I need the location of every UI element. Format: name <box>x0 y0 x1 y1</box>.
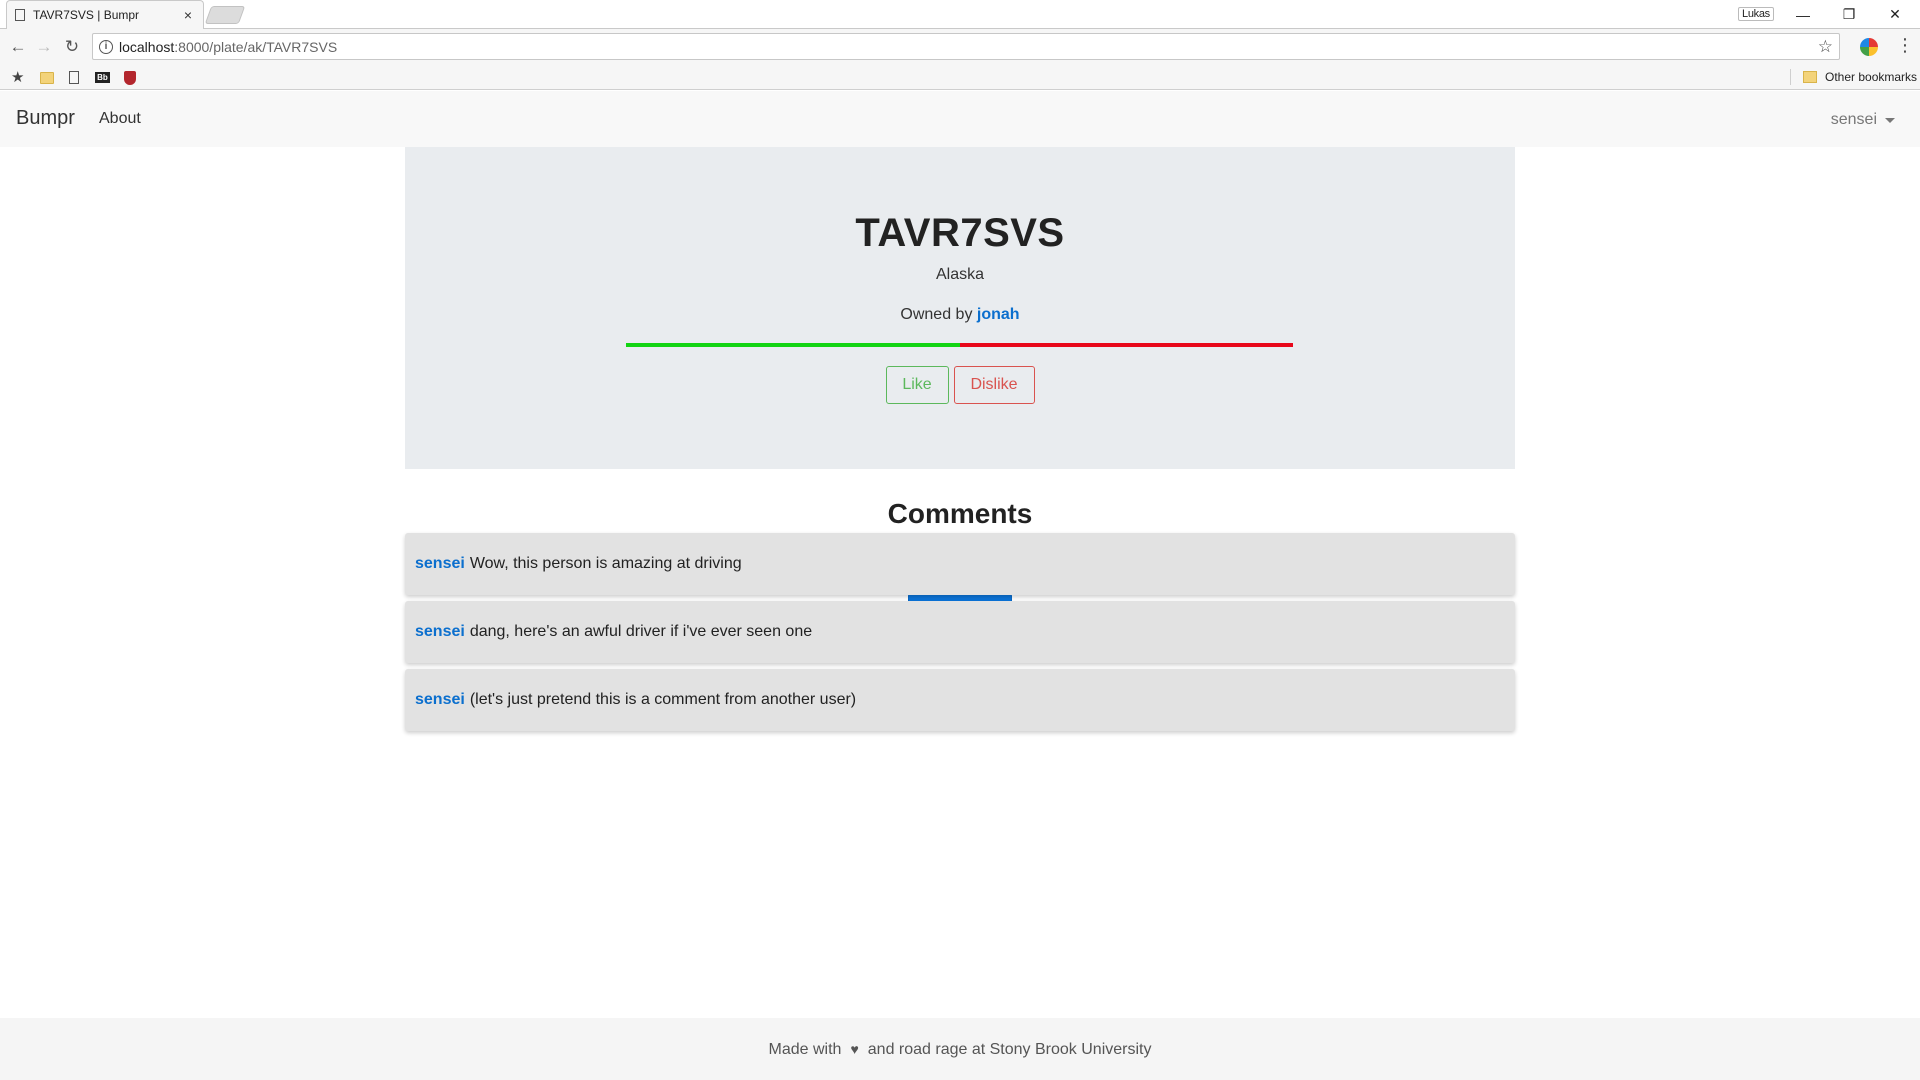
comment-card: sensei dang, here's an awful driver if i… <box>405 601 1515 663</box>
page-icon <box>15 9 25 21</box>
info-icon[interactable]: i <box>99 39 113 54</box>
comment-author-link[interactable]: sensei <box>415 555 465 573</box>
footer-text-end: and road rage at Stony Brook University <box>867 1041 1152 1058</box>
plate-jumbotron: TAVR7SVS Alaska Owned by jonah Like Disl… <box>405 147 1515 469</box>
other-bookmarks-label: Other bookmarks <box>1825 70 1918 84</box>
comment-text: (let's just pretend this is a comment fr… <box>469 691 857 708</box>
like-ratio-fill <box>626 343 960 347</box>
dislike-button[interactable]: Dislike <box>953 366 1035 404</box>
site-navbar: Bumpr About sensei <box>0 91 1920 147</box>
shield-icon[interactable] <box>124 71 136 85</box>
plate-state: Alaska <box>935 266 985 283</box>
bookmark-star-icon[interactable]: ★ <box>11 68 24 86</box>
address-bar[interactable]: i localhost:8000/plate/ak/TAVR7SVS ☆ <box>92 33 1840 60</box>
caret-down-icon <box>1885 117 1895 123</box>
dislike-ratio-fill <box>959 343 1293 347</box>
like-button[interactable]: Like <box>885 366 949 404</box>
comment-text: Wow, this person is amazing at driving <box>469 555 742 572</box>
folder-icon[interactable] <box>40 72 54 84</box>
divider <box>1790 69 1791 85</box>
profile-chip[interactable]: Lukas <box>1738 7 1774 21</box>
tab-title: TAVR7SVS | Bumpr <box>33 8 140 22</box>
url-host: localhost <box>119 38 175 55</box>
comments-heading: Comments <box>887 498 1033 529</box>
other-bookmarks[interactable]: Other bookmarks <box>1790 69 1917 85</box>
username-label: sensei <box>1830 111 1877 128</box>
page: Bumpr About sensei TAVR7SVS Alaska Owned… <box>0 91 1920 1080</box>
browser-title-bar: TAVR7SVS | Bumpr × Lukas — ❐ ✕ <box>0 0 1920 29</box>
comment-card: sensei Wow, this person is amazing at dr… <box>405 533 1515 595</box>
url-path: :8000/plate/ak/TAVR7SVS <box>174 38 338 55</box>
site-footer: Made with ♥ and road rage at Stony Brook U… <box>0 1018 1920 1080</box>
comment-author-link[interactable]: sensei <box>415 691 465 709</box>
restore-icon[interactable]: ❐ <box>1826 0 1872 29</box>
owner-link[interactable]: jonah <box>977 306 1020 323</box>
footer-text-start: Made with <box>768 1041 842 1058</box>
plate-number: TAVR7SVS <box>855 211 1065 255</box>
browser-tab[interactable]: TAVR7SVS | Bumpr × <box>6 0 204 29</box>
owner-line: Owned by jonah <box>405 306 1515 324</box>
bookmarks-bar: ★ Bb Other bookmarks <box>0 65 1920 90</box>
comment-author-link[interactable]: sensei <box>415 623 465 641</box>
blackboard-icon[interactable]: Bb <box>95 72 110 83</box>
close-window-icon[interactable]: ✕ <box>1872 0 1918 29</box>
minimize-icon[interactable]: — <box>1780 0 1826 29</box>
user-dropdown[interactable]: sensei <box>1831 111 1895 129</box>
heart-icon: ♥ <box>850 1041 859 1057</box>
back-arrow-icon[interactable]: ← <box>6 35 30 59</box>
reload-icon[interactable]: ↻ <box>60 35 84 59</box>
like-ratio-bar <box>626 343 1293 347</box>
close-tab-icon[interactable]: × <box>181 7 195 23</box>
browser-toolbar: ← → ↻ i localhost:8000/plate/ak/TAVR7SVS… <box>0 29 1920 65</box>
brand-link[interactable]: Bumpr <box>16 107 75 130</box>
bookmark-star-icon[interactable]: ☆ <box>1818 37 1833 57</box>
vote-buttons: Like Dislike <box>405 366 1515 404</box>
comment-text: dang, here's an awful driver if i've eve… <box>469 623 813 640</box>
comment-card: sensei (let's just pretend this is a com… <box>405 669 1515 731</box>
document-icon[interactable] <box>69 71 79 84</box>
forward-arrow-icon[interactable]: → <box>32 35 56 59</box>
new-tab-button[interactable] <box>204 6 246 24</box>
menu-icon[interactable]: ⋮ <box>1896 35 1914 56</box>
nav-about-link[interactable]: About <box>99 110 141 128</box>
color-extension-icon[interactable] <box>1860 38 1878 56</box>
folder-icon <box>1803 71 1817 83</box>
owned-by-label: Owned by <box>900 306 973 323</box>
